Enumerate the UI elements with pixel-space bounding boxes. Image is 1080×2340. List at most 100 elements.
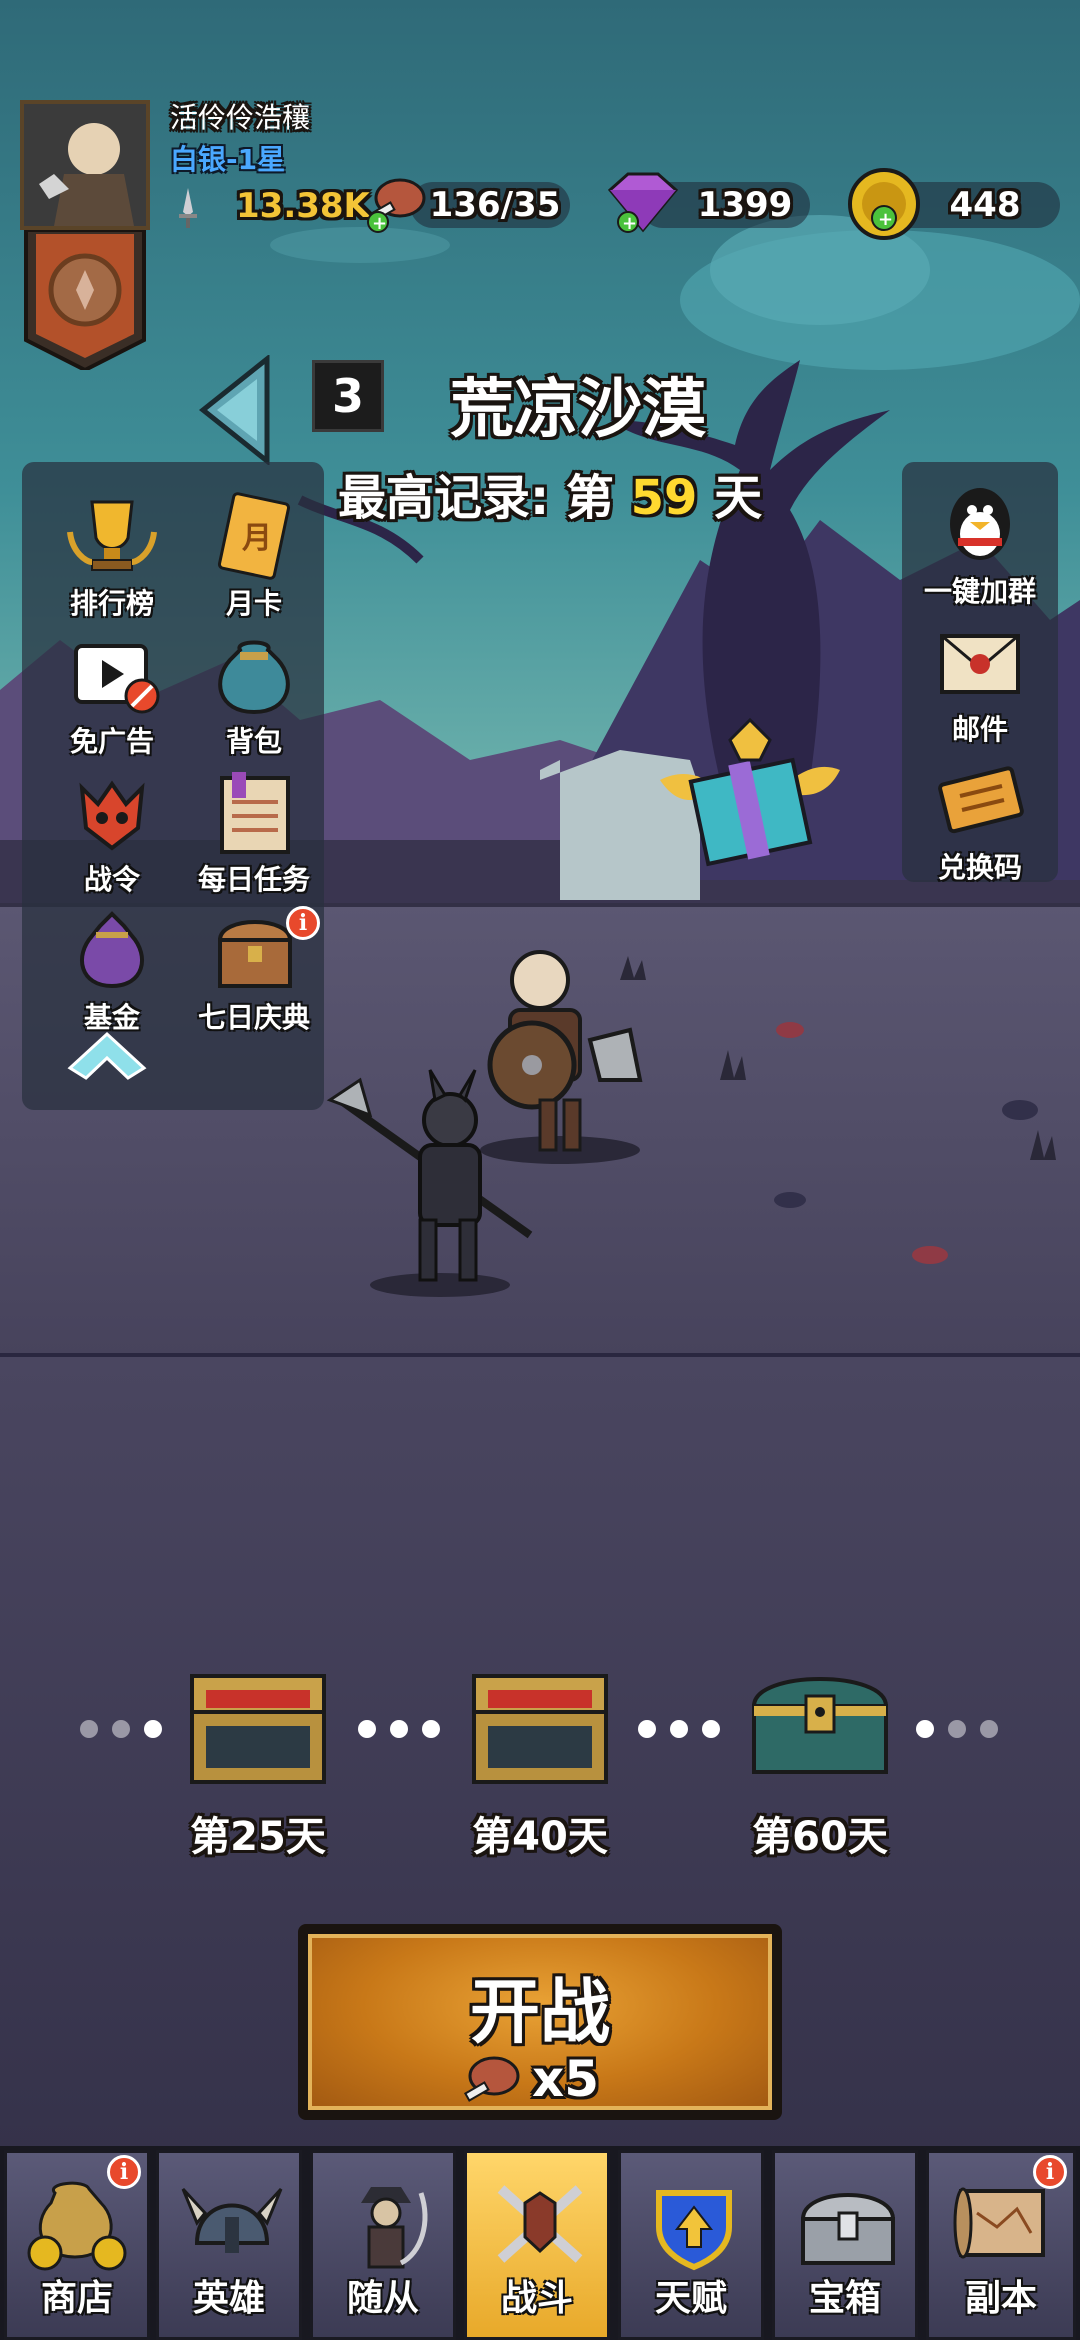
bag-label: 背包	[225, 725, 282, 758]
right-menu-panel: 一键加群 邮件 兑换码	[902, 462, 1058, 884]
player-avatar[interactable]	[20, 100, 150, 230]
closed-chest-icon	[751, 1677, 889, 1774]
silver-chest-icon	[800, 2193, 896, 2265]
battle-pass-icon	[79, 780, 145, 851]
battle-pass-button[interactable]: 战令	[52, 768, 172, 898]
player-rank: 白银-1星	[170, 143, 286, 176]
talent-shield-icon	[656, 2190, 732, 2271]
start-battle-button[interactable]: 开战 x5	[298, 1924, 782, 2120]
no-ads-label: 免广告	[69, 725, 154, 758]
milestone-chest-25[interactable]: 第25天	[158, 1656, 358, 1860]
tab-shop-label: 商店	[40, 2278, 113, 2319]
tab-shop[interactable]: i 商店	[4, 2150, 150, 2340]
tab-talent[interactable]: 天赋	[618, 2150, 764, 2340]
qq-icon	[950, 488, 1010, 560]
fund-button[interactable]: 基金	[52, 906, 172, 1036]
month-card-button[interactable]: 月 月卡	[194, 492, 314, 622]
crossed-swords-icon	[497, 2185, 583, 2263]
record-prefix: 最高记录: 第	[338, 470, 614, 526]
avatar-portrait-icon	[24, 104, 146, 226]
no-ads-icon	[74, 644, 160, 714]
daily-task-button[interactable]: 每日任务	[194, 768, 314, 898]
dungeon-notice-icon: i	[1033, 2155, 1067, 2189]
tab-heroes-label: 英雄	[192, 2278, 265, 2319]
stamina-value: 136/35	[429, 185, 561, 225]
month-card-icon: 月	[217, 492, 291, 580]
seven-day-notice-icon: i	[286, 906, 320, 940]
tab-dungeon-label: 副本	[964, 2278, 1037, 2319]
tab-dungeon[interactable]: i 副本	[926, 2150, 1076, 2340]
milestone-label-25: 第25天	[190, 1814, 326, 1860]
stage-title: 荒凉沙漠	[450, 373, 706, 447]
milestone-chest-60[interactable]: 第60天	[720, 1656, 920, 1860]
progress-dot	[422, 1720, 440, 1738]
diamond-gem-icon: +	[607, 172, 679, 234]
milestone-label-40: 第40天	[472, 1814, 608, 1860]
daily-task-icon	[220, 772, 290, 854]
bag-icon	[218, 640, 290, 715]
viking-helmet-icon	[181, 2187, 283, 2253]
leaderboard-button[interactable]: 排行榜	[52, 492, 172, 622]
mail-label: 邮件	[951, 713, 1008, 746]
milestone-label-60: 第60天	[752, 1814, 888, 1860]
fund-icon	[80, 911, 144, 989]
enemy-demon-character	[326, 1069, 533, 1297]
tab-chest[interactable]: 宝箱	[772, 2150, 918, 2340]
svg-text:+: +	[372, 213, 387, 234]
tab-battle[interactable]: 战斗	[464, 2150, 610, 2340]
open-chest-icon	[190, 1674, 326, 1784]
redeem-code-button[interactable]: 兑换码	[920, 756, 1040, 886]
month-card-label: 月卡	[225, 587, 282, 620]
progress-dot	[980, 1720, 998, 1738]
join-group-button[interactable]: 一键加群	[920, 480, 1040, 610]
progress-dot	[670, 1720, 688, 1738]
seven-day-label: 七日庆典	[197, 1001, 310, 1034]
progress-dot	[390, 1720, 408, 1738]
meat-cost-icon	[463, 2056, 520, 2102]
start-battle-face: 开战 x5	[308, 1934, 772, 2110]
mail-button[interactable]: 邮件	[920, 618, 1040, 748]
left-menu-panel: 排行榜 月 月卡 免广告 背包 战令 每日任务 基金 i 七日庆典	[22, 462, 324, 1110]
power-value: 13.38K	[236, 186, 370, 226]
scroll-map-icon	[953, 2187, 1045, 2259]
sword-power-icon	[179, 188, 197, 228]
tab-chest-label: 宝箱	[808, 2278, 881, 2319]
meat-stamina-icon: +	[367, 178, 426, 234]
redeem-code-icon	[938, 766, 1024, 834]
trophy-icon	[67, 500, 157, 571]
open-chest-icon	[472, 1674, 608, 1784]
gold-coin-icon: +	[848, 168, 920, 240]
gift-box-icon[interactable]	[640, 700, 860, 870]
rank-banner-icon[interactable]	[22, 230, 148, 370]
prev-stage-arrow-icon[interactable]	[195, 355, 275, 465]
progress-dot	[112, 1720, 130, 1738]
svg-text:月: 月	[242, 521, 272, 556]
follower-character-icon	[361, 2187, 428, 2269]
best-record: 最高记录: 第 59 天	[338, 458, 762, 528]
start-battle-label: 开战	[470, 1971, 610, 2053]
progress-dot	[948, 1720, 966, 1738]
player-name: 活伶伶浩穰	[170, 101, 311, 134]
tab-battle-label: 战斗	[500, 2278, 573, 2319]
tab-heroes[interactable]: 英雄	[156, 2150, 302, 2340]
tab-talent-label: 天赋	[654, 2278, 727, 2319]
stage-number: 3	[312, 360, 384, 432]
join-group-label: 一键加群	[923, 575, 1036, 608]
daily-task-label: 每日任务	[197, 863, 310, 896]
gold-value: 448	[949, 185, 1021, 225]
battle-pass-label: 战令	[83, 863, 140, 896]
stamina-pill: 136/35	[410, 182, 570, 228]
progress-dot	[702, 1720, 720, 1738]
gems-value: 1399	[697, 185, 793, 225]
milestone-chest-40[interactable]: 第40天	[440, 1656, 640, 1860]
bag-button[interactable]: 背包	[194, 630, 314, 760]
tab-followers[interactable]: 随从	[310, 2150, 456, 2340]
seven-day-button[interactable]: i 七日庆典	[194, 906, 320, 1036]
bottom-nav-bar: i 商店 英雄 随从 战斗 天赋 宝箱 i 副本	[0, 2146, 1080, 2340]
collapse-chevron-up-icon[interactable]	[62, 1022, 152, 1082]
no-ads-button[interactable]: 免广告	[52, 630, 172, 760]
tab-followers-label: 随从	[346, 2278, 419, 2319]
start-battle-cost: x5	[532, 2050, 600, 2108]
shop-notice-icon: i	[107, 2155, 141, 2189]
progress-dot	[80, 1720, 98, 1738]
